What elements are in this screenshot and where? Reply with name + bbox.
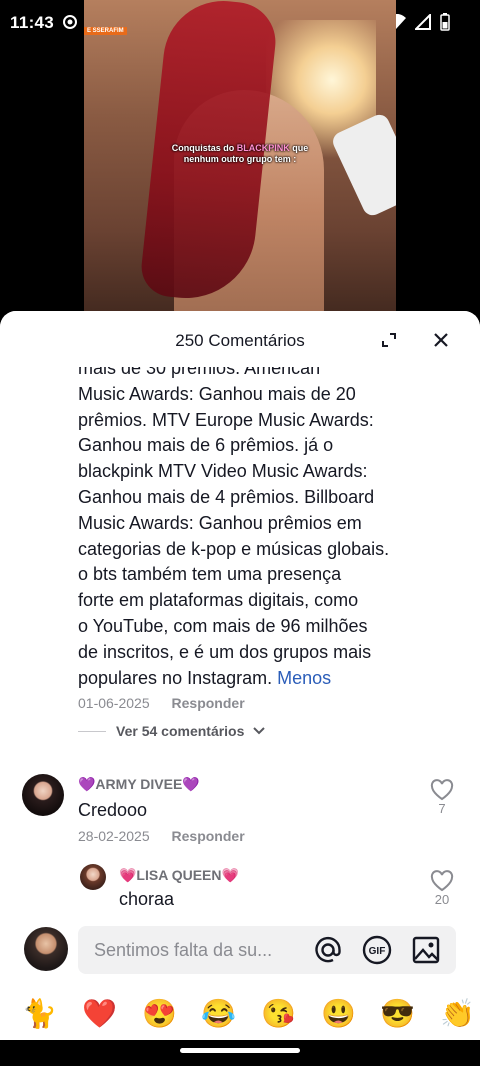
like-count: 7 xyxy=(438,801,446,816)
expand-button[interactable] xyxy=(376,327,402,353)
comments-sheet: mais de 30 prêmios. American Music Award… xyxy=(0,311,480,1040)
comment-username[interactable]: 💜ARMY DIVEE💜 xyxy=(78,776,200,793)
like-button[interactable]: 7 xyxy=(427,779,457,816)
quick-emoji-bar: 🐈 ❤️ 😍 😂 😘 😃 😎 👏 xyxy=(0,991,480,1039)
emoji-button[interactable]: ❤️ xyxy=(82,997,117,1031)
close-button[interactable] xyxy=(428,327,454,353)
heart-outline-icon xyxy=(430,779,454,801)
comment-input[interactable]: Sentimos falta da su... GIF xyxy=(78,926,456,974)
emoji-button[interactable]: 😂 xyxy=(201,997,236,1031)
view-replies-button[interactable]: Ver 54 comentários xyxy=(78,723,266,739)
comment-input-row: Sentimos falta da su... GIF xyxy=(0,923,480,987)
at-sign-icon xyxy=(315,936,341,963)
battery-icon xyxy=(440,13,450,31)
image-icon xyxy=(412,936,440,964)
emoji-button[interactable]: 😃 xyxy=(321,997,356,1031)
emoji-button[interactable]: 😘 xyxy=(261,997,296,1031)
like-button[interactable]: 20 xyxy=(427,870,457,907)
emoji-button[interactable]: 🐈 xyxy=(22,997,57,1031)
comment-text: Credooo xyxy=(78,800,148,820)
comment-username[interactable]: 💗LISA QUEEN💗 xyxy=(119,867,239,884)
expanded-comment-meta: 01-06-2025 Responder xyxy=(78,695,245,711)
reply-button[interactable]: Responder xyxy=(172,695,245,711)
signal-icon xyxy=(415,14,431,30)
comment-input-placeholder: Sentimos falta da su... xyxy=(94,940,273,960)
expanded-comment-text: mais de 30 prêmios. American Music Award… xyxy=(78,358,390,688)
gif-icon: GIF xyxy=(362,935,392,965)
close-icon xyxy=(434,333,448,347)
image-button[interactable] xyxy=(411,935,441,965)
comment-text: choraa xyxy=(119,889,175,909)
video-caption: Conquistas do BLACKPINK que nenhum outro… xyxy=(171,143,309,164)
emoji-button[interactable]: 😎 xyxy=(380,997,415,1031)
comment-date: 01-06-2025 xyxy=(78,695,150,711)
avatar[interactable] xyxy=(80,864,106,890)
video-watermark-tag: E SSERAFIM xyxy=(84,27,127,35)
comments-header: 250 Comentários xyxy=(0,311,480,367)
comments-count-title: 250 Comentários xyxy=(175,331,305,350)
mention-button[interactable] xyxy=(313,935,343,965)
my-avatar xyxy=(24,927,68,971)
comment-meta: 28-02-2025 Responder xyxy=(78,828,245,844)
home-indicator[interactable] xyxy=(180,1048,300,1053)
video-player[interactable]: E SSERAFIM Conquistas do BLACKPINK que n… xyxy=(84,0,396,330)
reply-button[interactable]: Responder xyxy=(172,828,245,844)
gif-button[interactable]: GIF xyxy=(362,935,392,965)
emoji-button[interactable]: 👏 xyxy=(440,997,475,1031)
status-time: 11:43 xyxy=(10,13,55,32)
expand-icon xyxy=(382,333,396,347)
avatar[interactable] xyxy=(22,774,64,816)
notification-icon xyxy=(63,15,77,29)
comment-date: 28-02-2025 xyxy=(78,828,150,844)
svg-text:GIF: GIF xyxy=(369,946,386,957)
heart-outline-icon xyxy=(430,870,454,892)
show-less-link[interactable]: Menos xyxy=(277,668,331,688)
chevron-down-icon xyxy=(253,727,266,735)
emoji-button[interactable]: 😍 xyxy=(142,997,177,1031)
like-count: 20 xyxy=(434,892,450,907)
